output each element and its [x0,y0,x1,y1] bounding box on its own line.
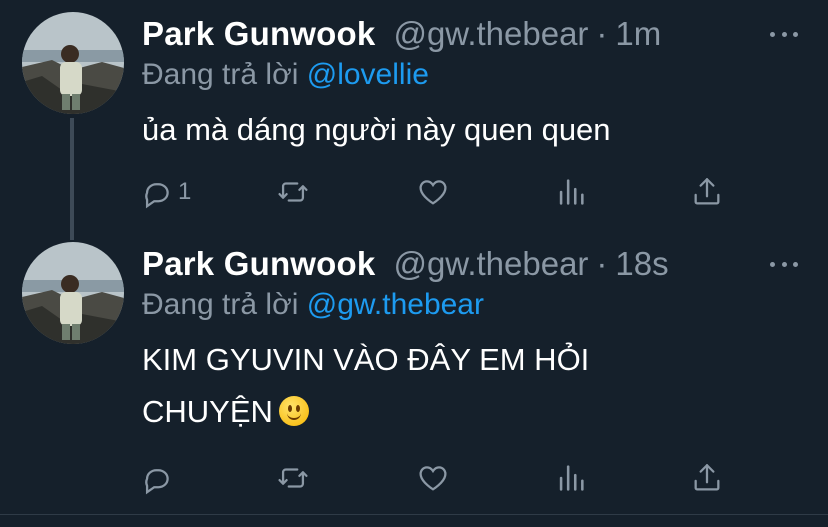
share-icon [694,464,720,491]
replying-to-label: Đang trả lời [142,288,299,321]
tweet-header: Park Gunwook @gw.thebear · 18s [142,244,669,284]
more-options-icon[interactable] [770,254,798,274]
timestamp[interactable]: 18s [615,245,668,283]
bottom-divider [0,514,828,515]
reply-button[interactable] [140,458,178,498]
retweet-button[interactable] [276,458,310,498]
user-handle[interactable]: @gw.thebear [393,245,588,283]
retweet-icon [278,468,308,488]
tweet-actions [140,458,740,498]
analytics-button[interactable] [554,458,588,498]
display-name[interactable]: Park Gunwook [142,245,375,283]
smiling-face-emoji-icon [278,396,309,426]
share-button[interactable] [690,458,724,498]
tweet-text-line-2: CHUYỆN [142,386,782,438]
heart-icon [419,466,447,491]
like-button[interactable] [416,458,450,498]
tweet-2[interactable]: Park Gunwook @gw.thebear · 18s Đang trả … [0,0,828,495]
tweet-text-line-1: KIM GYUVIN VÀO ĐÂY EM HỎI [142,342,590,377]
tweet-text: KIM GYUVIN VÀO ĐÂY EM HỎI CHUYỆN [142,334,782,438]
separator-dot: · [596,245,608,282]
tweet-text-line-2-text: CHUYỆN [142,394,273,429]
reply-icon [145,469,169,495]
analytics-icon [559,465,584,491]
replying-to: Đang trả lời @gw.thebear [142,288,484,322]
reply-mention-link[interactable]: @gw.thebear [307,288,484,321]
